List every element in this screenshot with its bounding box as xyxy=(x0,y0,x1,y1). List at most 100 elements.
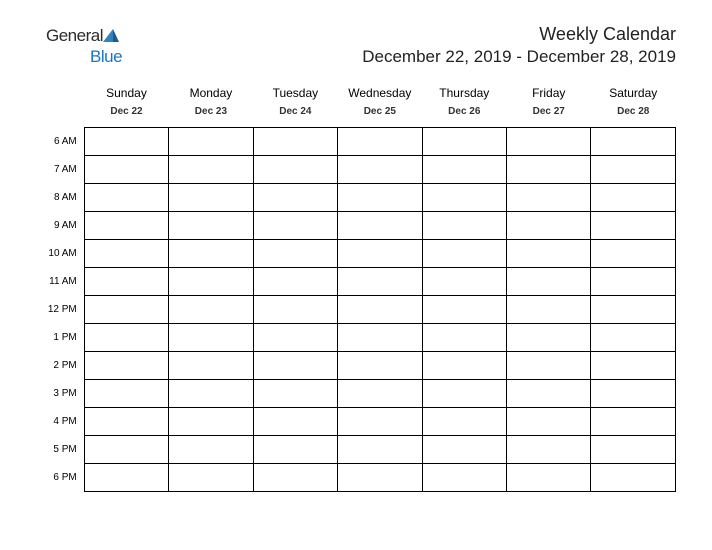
time-slot[interactable] xyxy=(338,324,422,352)
logo-text-blue: Blue xyxy=(90,47,122,66)
time-slot[interactable] xyxy=(422,212,506,240)
time-slot[interactable] xyxy=(338,352,422,380)
time-slot[interactable] xyxy=(253,212,337,240)
day-date: Dec 25 xyxy=(340,106,420,117)
time-slot[interactable] xyxy=(253,352,337,380)
time-slot[interactable] xyxy=(84,380,168,408)
time-slot[interactable] xyxy=(507,408,591,436)
time-slot[interactable] xyxy=(338,240,422,268)
time-slot[interactable] xyxy=(591,324,676,352)
time-slot[interactable] xyxy=(591,352,676,380)
time-slot[interactable] xyxy=(84,324,168,352)
time-slot[interactable] xyxy=(591,128,676,156)
time-slot[interactable] xyxy=(253,436,337,464)
time-slot[interactable] xyxy=(169,240,253,268)
time-slot[interactable] xyxy=(591,268,676,296)
time-slot[interactable] xyxy=(591,156,676,184)
time-slot[interactable] xyxy=(338,436,422,464)
time-slot[interactable] xyxy=(507,184,591,212)
time-slot[interactable] xyxy=(338,212,422,240)
hour-row: 6 AM xyxy=(36,128,676,156)
time-slot[interactable] xyxy=(169,380,253,408)
time-slot[interactable] xyxy=(338,296,422,324)
time-slot[interactable] xyxy=(84,184,168,212)
time-slot[interactable] xyxy=(422,380,506,408)
time-slot[interactable] xyxy=(507,128,591,156)
time-slot[interactable] xyxy=(338,128,422,156)
time-slot[interactable] xyxy=(422,296,506,324)
hour-label: 7 AM xyxy=(36,156,84,184)
time-slot[interactable] xyxy=(507,212,591,240)
time-slot[interactable] xyxy=(169,436,253,464)
time-slot[interactable] xyxy=(84,352,168,380)
time-slot[interactable] xyxy=(338,268,422,296)
time-slot[interactable] xyxy=(253,408,337,436)
day-date: Dec 24 xyxy=(255,106,335,117)
time-slot[interactable] xyxy=(169,212,253,240)
time-slot[interactable] xyxy=(422,184,506,212)
time-slot[interactable] xyxy=(422,324,506,352)
time-slot[interactable] xyxy=(253,156,337,184)
time-slot[interactable] xyxy=(422,352,506,380)
time-slot[interactable] xyxy=(253,128,337,156)
time-slot[interactable] xyxy=(84,268,168,296)
time-slot[interactable] xyxy=(422,268,506,296)
time-slot[interactable] xyxy=(253,296,337,324)
time-slot[interactable] xyxy=(169,128,253,156)
time-slot[interactable] xyxy=(253,268,337,296)
time-slot[interactable] xyxy=(253,324,337,352)
time-slot[interactable] xyxy=(507,240,591,268)
time-slot[interactable] xyxy=(422,240,506,268)
time-slot[interactable] xyxy=(507,352,591,380)
time-slot[interactable] xyxy=(591,408,676,436)
time-slot[interactable] xyxy=(169,156,253,184)
time-slot[interactable] xyxy=(422,156,506,184)
hour-row: 4 PM xyxy=(36,408,676,436)
time-slot[interactable] xyxy=(169,296,253,324)
time-slot[interactable] xyxy=(591,296,676,324)
time-slot[interactable] xyxy=(169,408,253,436)
time-slot[interactable] xyxy=(507,296,591,324)
time-slot[interactable] xyxy=(507,156,591,184)
time-slot[interactable] xyxy=(169,352,253,380)
time-slot[interactable] xyxy=(591,240,676,268)
time-slot[interactable] xyxy=(84,296,168,324)
time-slot[interactable] xyxy=(84,408,168,436)
time-slot[interactable] xyxy=(338,156,422,184)
time-slot[interactable] xyxy=(84,128,168,156)
time-slot[interactable] xyxy=(591,436,676,464)
time-slot[interactable] xyxy=(84,212,168,240)
time-slot[interactable] xyxy=(507,436,591,464)
hour-row: 12 PM xyxy=(36,296,676,324)
time-slot[interactable] xyxy=(422,128,506,156)
time-slot[interactable] xyxy=(422,464,506,492)
hour-label: 10 AM xyxy=(36,240,84,268)
time-slot[interactable] xyxy=(507,268,591,296)
time-slot[interactable] xyxy=(169,324,253,352)
time-slot[interactable] xyxy=(338,184,422,212)
time-slot[interactable] xyxy=(338,464,422,492)
time-slot[interactable] xyxy=(84,464,168,492)
time-slot[interactable] xyxy=(84,436,168,464)
time-slot[interactable] xyxy=(507,464,591,492)
time-slot[interactable] xyxy=(169,464,253,492)
time-slot[interactable] xyxy=(591,464,676,492)
time-slot[interactable] xyxy=(422,408,506,436)
time-slot[interactable] xyxy=(507,324,591,352)
time-slot[interactable] xyxy=(84,156,168,184)
hour-label: 12 PM xyxy=(36,296,84,324)
time-slot[interactable] xyxy=(169,268,253,296)
time-slot[interactable] xyxy=(591,380,676,408)
time-slot[interactable] xyxy=(253,240,337,268)
time-slot[interactable] xyxy=(422,436,506,464)
time-slot[interactable] xyxy=(507,380,591,408)
time-slot[interactable] xyxy=(253,464,337,492)
time-slot[interactable] xyxy=(591,184,676,212)
time-slot[interactable] xyxy=(253,184,337,212)
time-slot[interactable] xyxy=(253,380,337,408)
time-slot[interactable] xyxy=(169,184,253,212)
time-slot[interactable] xyxy=(338,380,422,408)
time-slot[interactable] xyxy=(591,212,676,240)
time-slot[interactable] xyxy=(338,408,422,436)
time-slot[interactable] xyxy=(84,240,168,268)
